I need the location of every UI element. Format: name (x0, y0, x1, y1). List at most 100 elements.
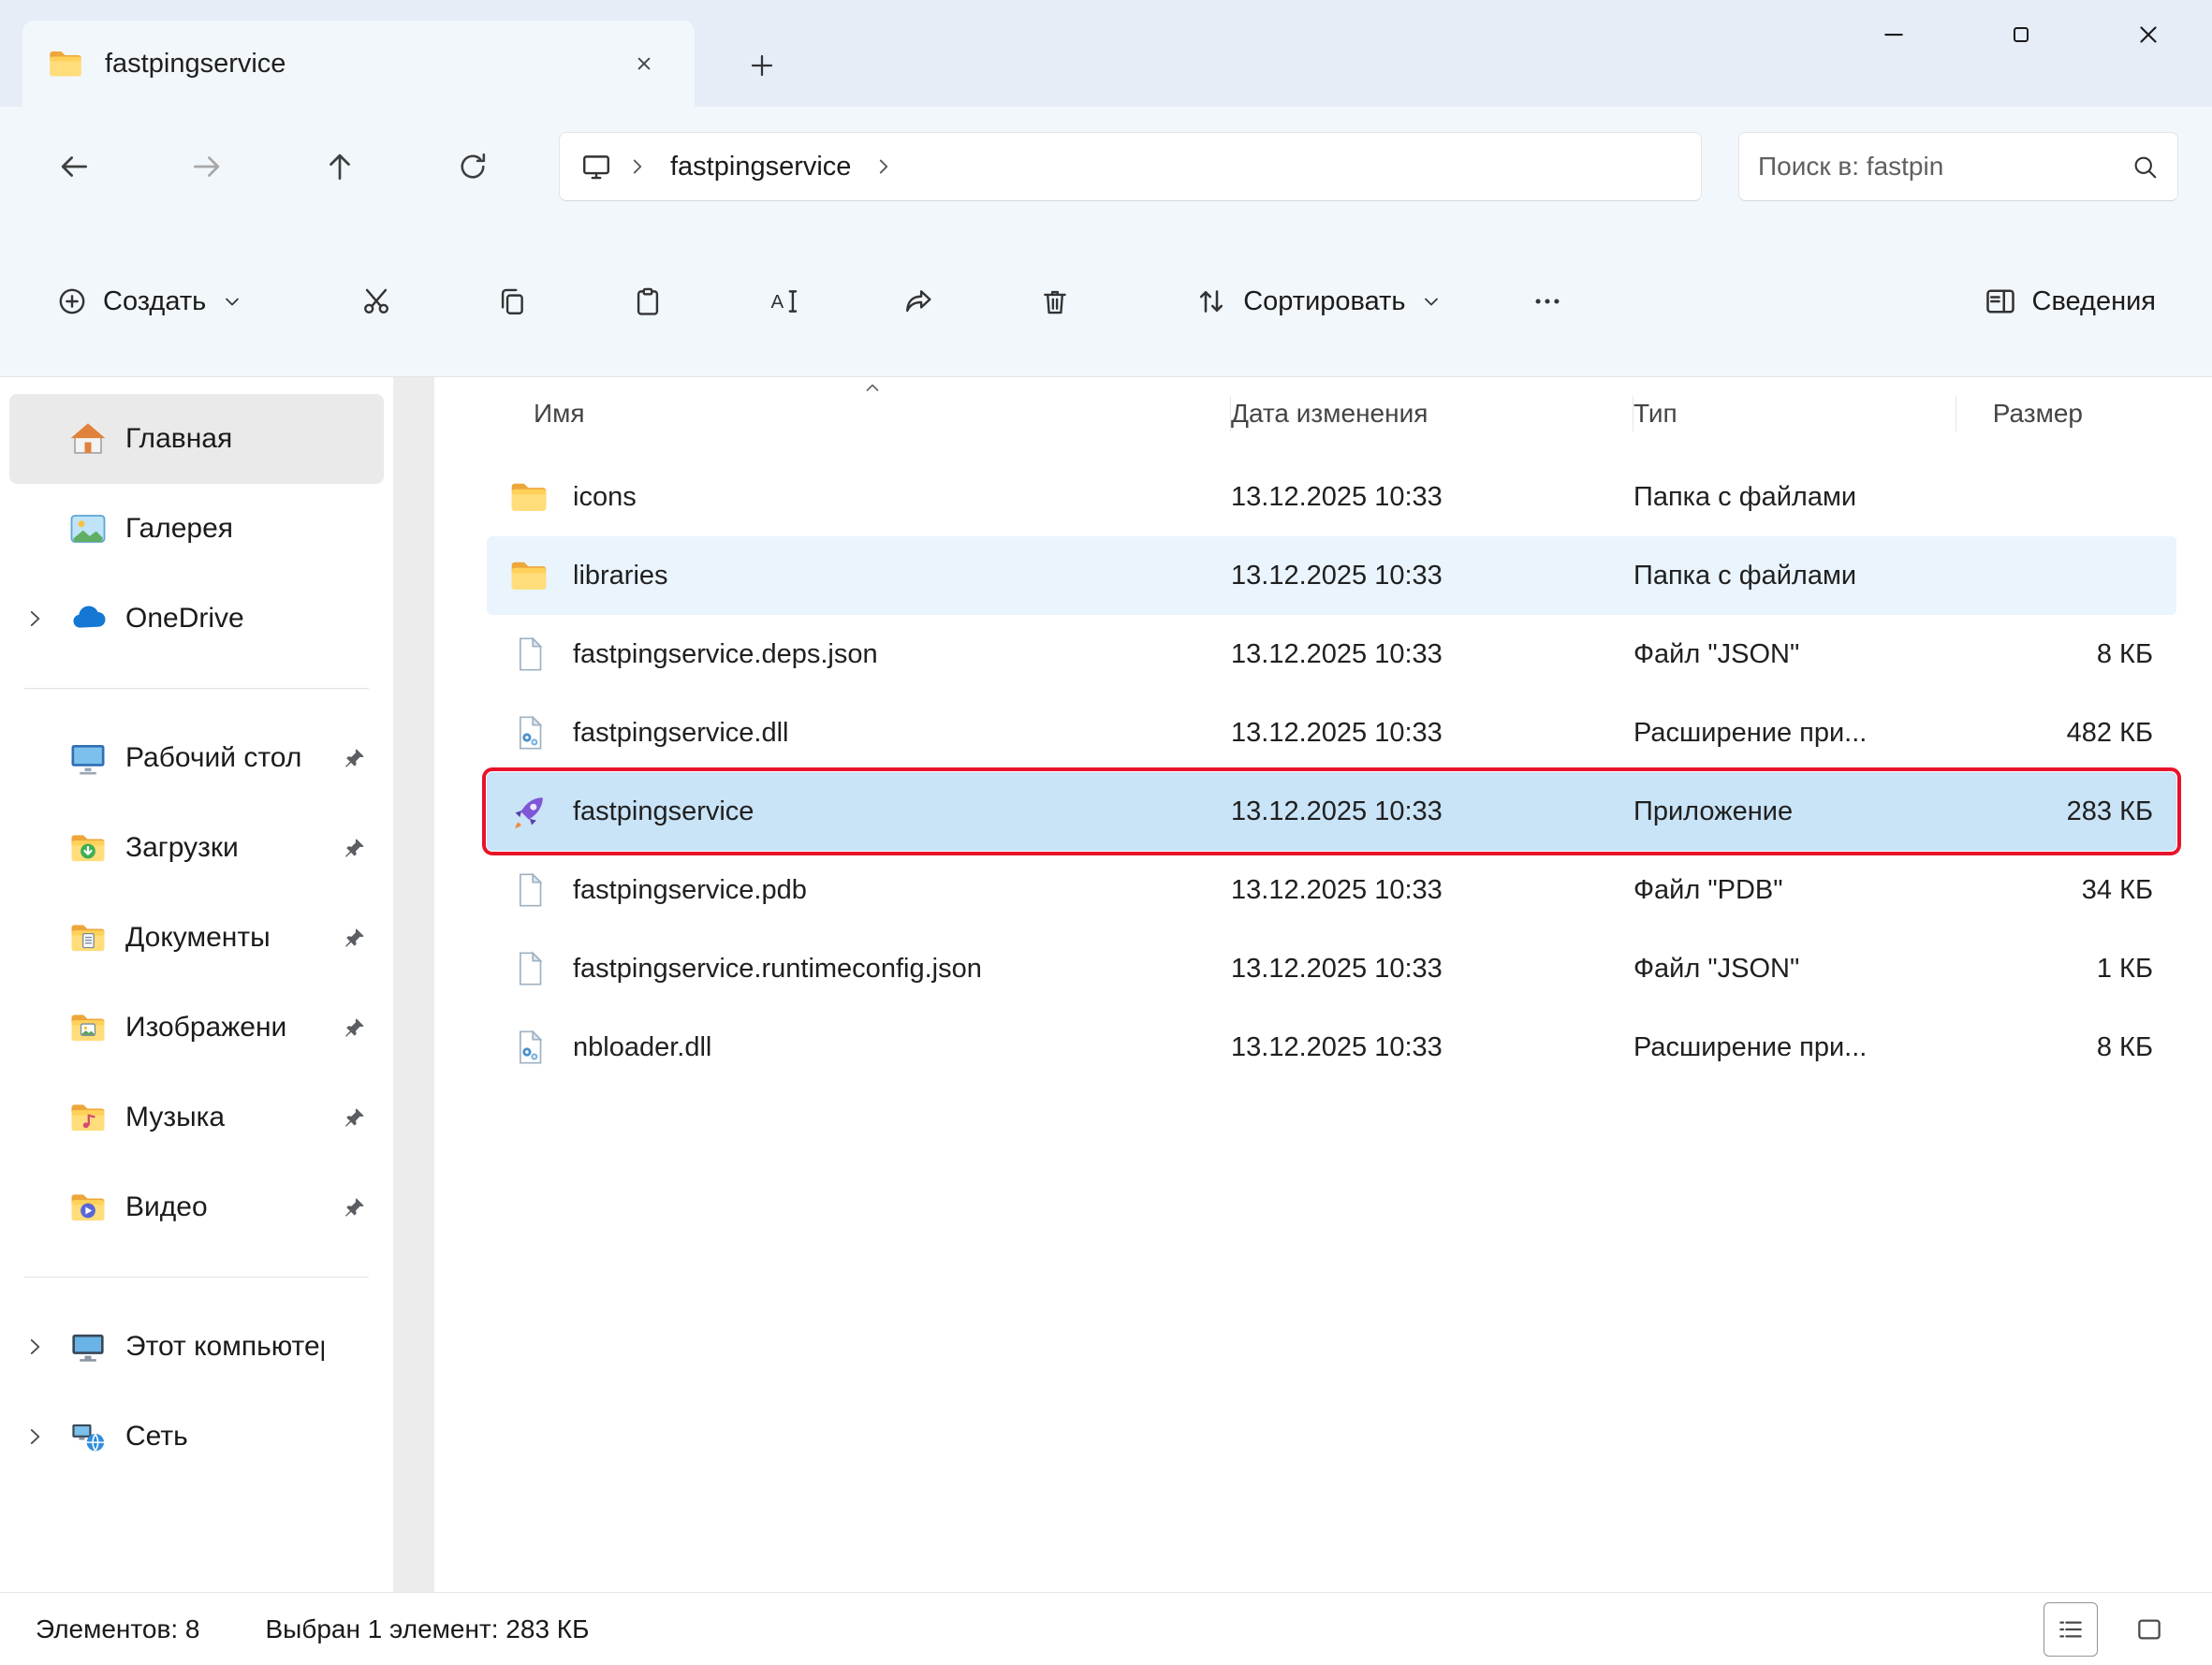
file-size: 283 КБ (1956, 796, 2176, 827)
close-button[interactable] (2085, 0, 2212, 69)
folder-icon (507, 555, 550, 596)
sidebar-item-Музыка[interactable]: Музыка (9, 1073, 384, 1162)
sort-icon (1194, 285, 1228, 318)
new-tab-button[interactable] (736, 39, 788, 92)
sidebar-item-label: Видео (125, 1191, 324, 1223)
sidebar-item-Сеть[interactable]: Сеть (9, 1392, 384, 1482)
file-type: Файл "JSON" (1633, 639, 1956, 670)
desktop-icon (66, 738, 110, 778)
details-view-button[interactable] (2044, 1602, 2098, 1657)
sidebar-scrollbar[interactable] (393, 377, 434, 1592)
gallery-icon (66, 509, 110, 548)
plus-circle-icon (56, 285, 88, 317)
items-count: Элементов: 8 (36, 1614, 199, 1644)
column-header-type[interactable]: Тип (1633, 377, 1956, 450)
sidebar-item-Изображени[interactable]: Изображени (9, 983, 384, 1073)
more-options-button[interactable] (1502, 261, 1592, 342)
file-row[interactable]: fastpingservice.dll 13.12.2025 10:33 Рас… (487, 694, 2176, 772)
file-icon (507, 871, 550, 909)
sidebar-item-Галерея[interactable]: Галерея (9, 484, 384, 574)
share-button[interactable] (874, 261, 964, 342)
file-row[interactable]: libraries 13.12.2025 10:33 Папка с файла… (487, 536, 2176, 615)
file-type: Расширение при... (1633, 1032, 1956, 1063)
svg-text:A: A (771, 291, 784, 313)
sidebar-item-Документы[interactable]: Документы (9, 893, 384, 983)
file-name: nbloader.dll (573, 1032, 711, 1063)
file-size: 1 КБ (1956, 954, 2176, 985)
downloads-icon (66, 828, 110, 868)
cut-button[interactable] (331, 261, 421, 342)
breadcrumb-segment[interactable]: fastpingservice (663, 152, 858, 183)
column-header-name[interactable]: Имя (487, 377, 1231, 450)
file-name: fastpingservice.runtimeconfig.json (573, 954, 982, 985)
pin-icon (339, 1015, 371, 1040)
file-row[interactable]: fastpingservice.pdb 13.12.2025 10:33 Фай… (487, 851, 2176, 929)
file-date: 13.12.2025 10:33 (1231, 954, 1633, 985)
chevron-down-icon (221, 290, 243, 313)
sidebar-item-Видео[interactable]: Видео (9, 1162, 384, 1252)
file-row[interactable]: fastpingservice.runtimeconfig.json 13.12… (487, 929, 2176, 1008)
sidebar-item-Главная[interactable]: Главная (9, 394, 384, 484)
file-name: libraries (573, 561, 668, 592)
back-button[interactable] (51, 137, 96, 197)
pin-icon (339, 926, 371, 950)
rename-button[interactable]: A (739, 261, 828, 342)
file-row[interactable]: icons 13.12.2025 10:33 Папка с файлами (487, 458, 2176, 536)
maximize-button[interactable] (1957, 0, 2085, 69)
forward-button[interactable] (184, 137, 229, 197)
pin-icon (339, 836, 371, 860)
file-name: fastpingservice.dll (573, 718, 789, 749)
details-pane-button[interactable]: Сведения (1961, 261, 2178, 342)
column-header-size[interactable]: Размер (1956, 377, 2176, 450)
minimize-button[interactable] (1830, 0, 1957, 69)
file-rows: icons 13.12.2025 10:33 Папка с файлами l… (487, 458, 2176, 1087)
file-row[interactable]: fastpingservice.deps.json 13.12.2025 10:… (487, 615, 2176, 694)
file-icon (507, 950, 550, 987)
column-header-date[interactable]: Дата изменения (1231, 377, 1633, 450)
search-input[interactable] (1758, 152, 2119, 182)
sidebar-item-Этот компьютер[interactable]: Этот компьютер (9, 1302, 384, 1392)
file-name: fastpingservice (573, 796, 754, 827)
paste-button[interactable] (603, 261, 693, 342)
sidebar-item-label: Сеть (125, 1421, 324, 1453)
folder-icon (507, 476, 550, 518)
tab-close-icon[interactable] (618, 37, 670, 90)
file-row[interactable]: nbloader.dll 13.12.2025 10:33 Расширение… (487, 1008, 2176, 1087)
sidebar-item-label: Галерея (125, 513, 324, 545)
file-type: Папка с файлами (1633, 482, 1956, 513)
up-button[interactable] (317, 137, 362, 197)
sidebar-item-label: Загрузки (125, 832, 324, 864)
pictures-icon (66, 1008, 110, 1047)
expander-chevron-icon[interactable] (19, 606, 51, 631)
create-button[interactable]: Создать (34, 261, 266, 342)
file-date: 13.12.2025 10:33 (1231, 639, 1633, 670)
copy-button[interactable] (467, 261, 557, 342)
refresh-button[interactable] (450, 137, 495, 197)
file-size: 482 КБ (1956, 718, 2176, 749)
file-date: 13.12.2025 10:33 (1231, 718, 1633, 749)
tab-strip: fastpingservice (0, 0, 2212, 107)
delete-button[interactable] (1010, 261, 1100, 342)
tab-fastpingservice[interactable]: fastpingservice (22, 21, 695, 107)
thumbnail-view-button[interactable] (2122, 1602, 2176, 1657)
explorer-body: Главная Галерея OneDrive Рабочий стол За… (0, 377, 2212, 1592)
expander-chevron-icon[interactable] (19, 1424, 51, 1449)
sidebar-item-Рабочий стол[interactable]: Рабочий стол (9, 713, 384, 803)
navigation-bar: fastpingservice (0, 107, 2212, 226)
expander-chevron-icon[interactable] (19, 1335, 51, 1359)
file-date: 13.12.2025 10:33 (1231, 482, 1633, 513)
create-label: Создать (103, 286, 206, 317)
sidebar-item-Загрузки[interactable]: Загрузки (9, 803, 384, 893)
sidebar-item-label: Этот компьютер (125, 1331, 324, 1363)
file-name: fastpingservice.pdb (573, 875, 807, 906)
monitor-icon[interactable] (580, 151, 612, 183)
sidebar-item-OneDrive[interactable]: OneDrive (9, 574, 384, 664)
sidebar: Главная Галерея OneDrive Рабочий стол За… (0, 377, 393, 1592)
file-date: 13.12.2025 10:33 (1231, 875, 1633, 906)
sort-label: Сортировать (1243, 286, 1405, 317)
dll-icon (507, 714, 550, 752)
file-row[interactable]: fastpingservice 13.12.2025 10:33 Приложе… (487, 772, 2176, 851)
sort-button[interactable]: Сортировать (1172, 261, 1465, 342)
chevron-right-icon[interactable] (872, 154, 896, 179)
file-name: icons (573, 482, 637, 513)
